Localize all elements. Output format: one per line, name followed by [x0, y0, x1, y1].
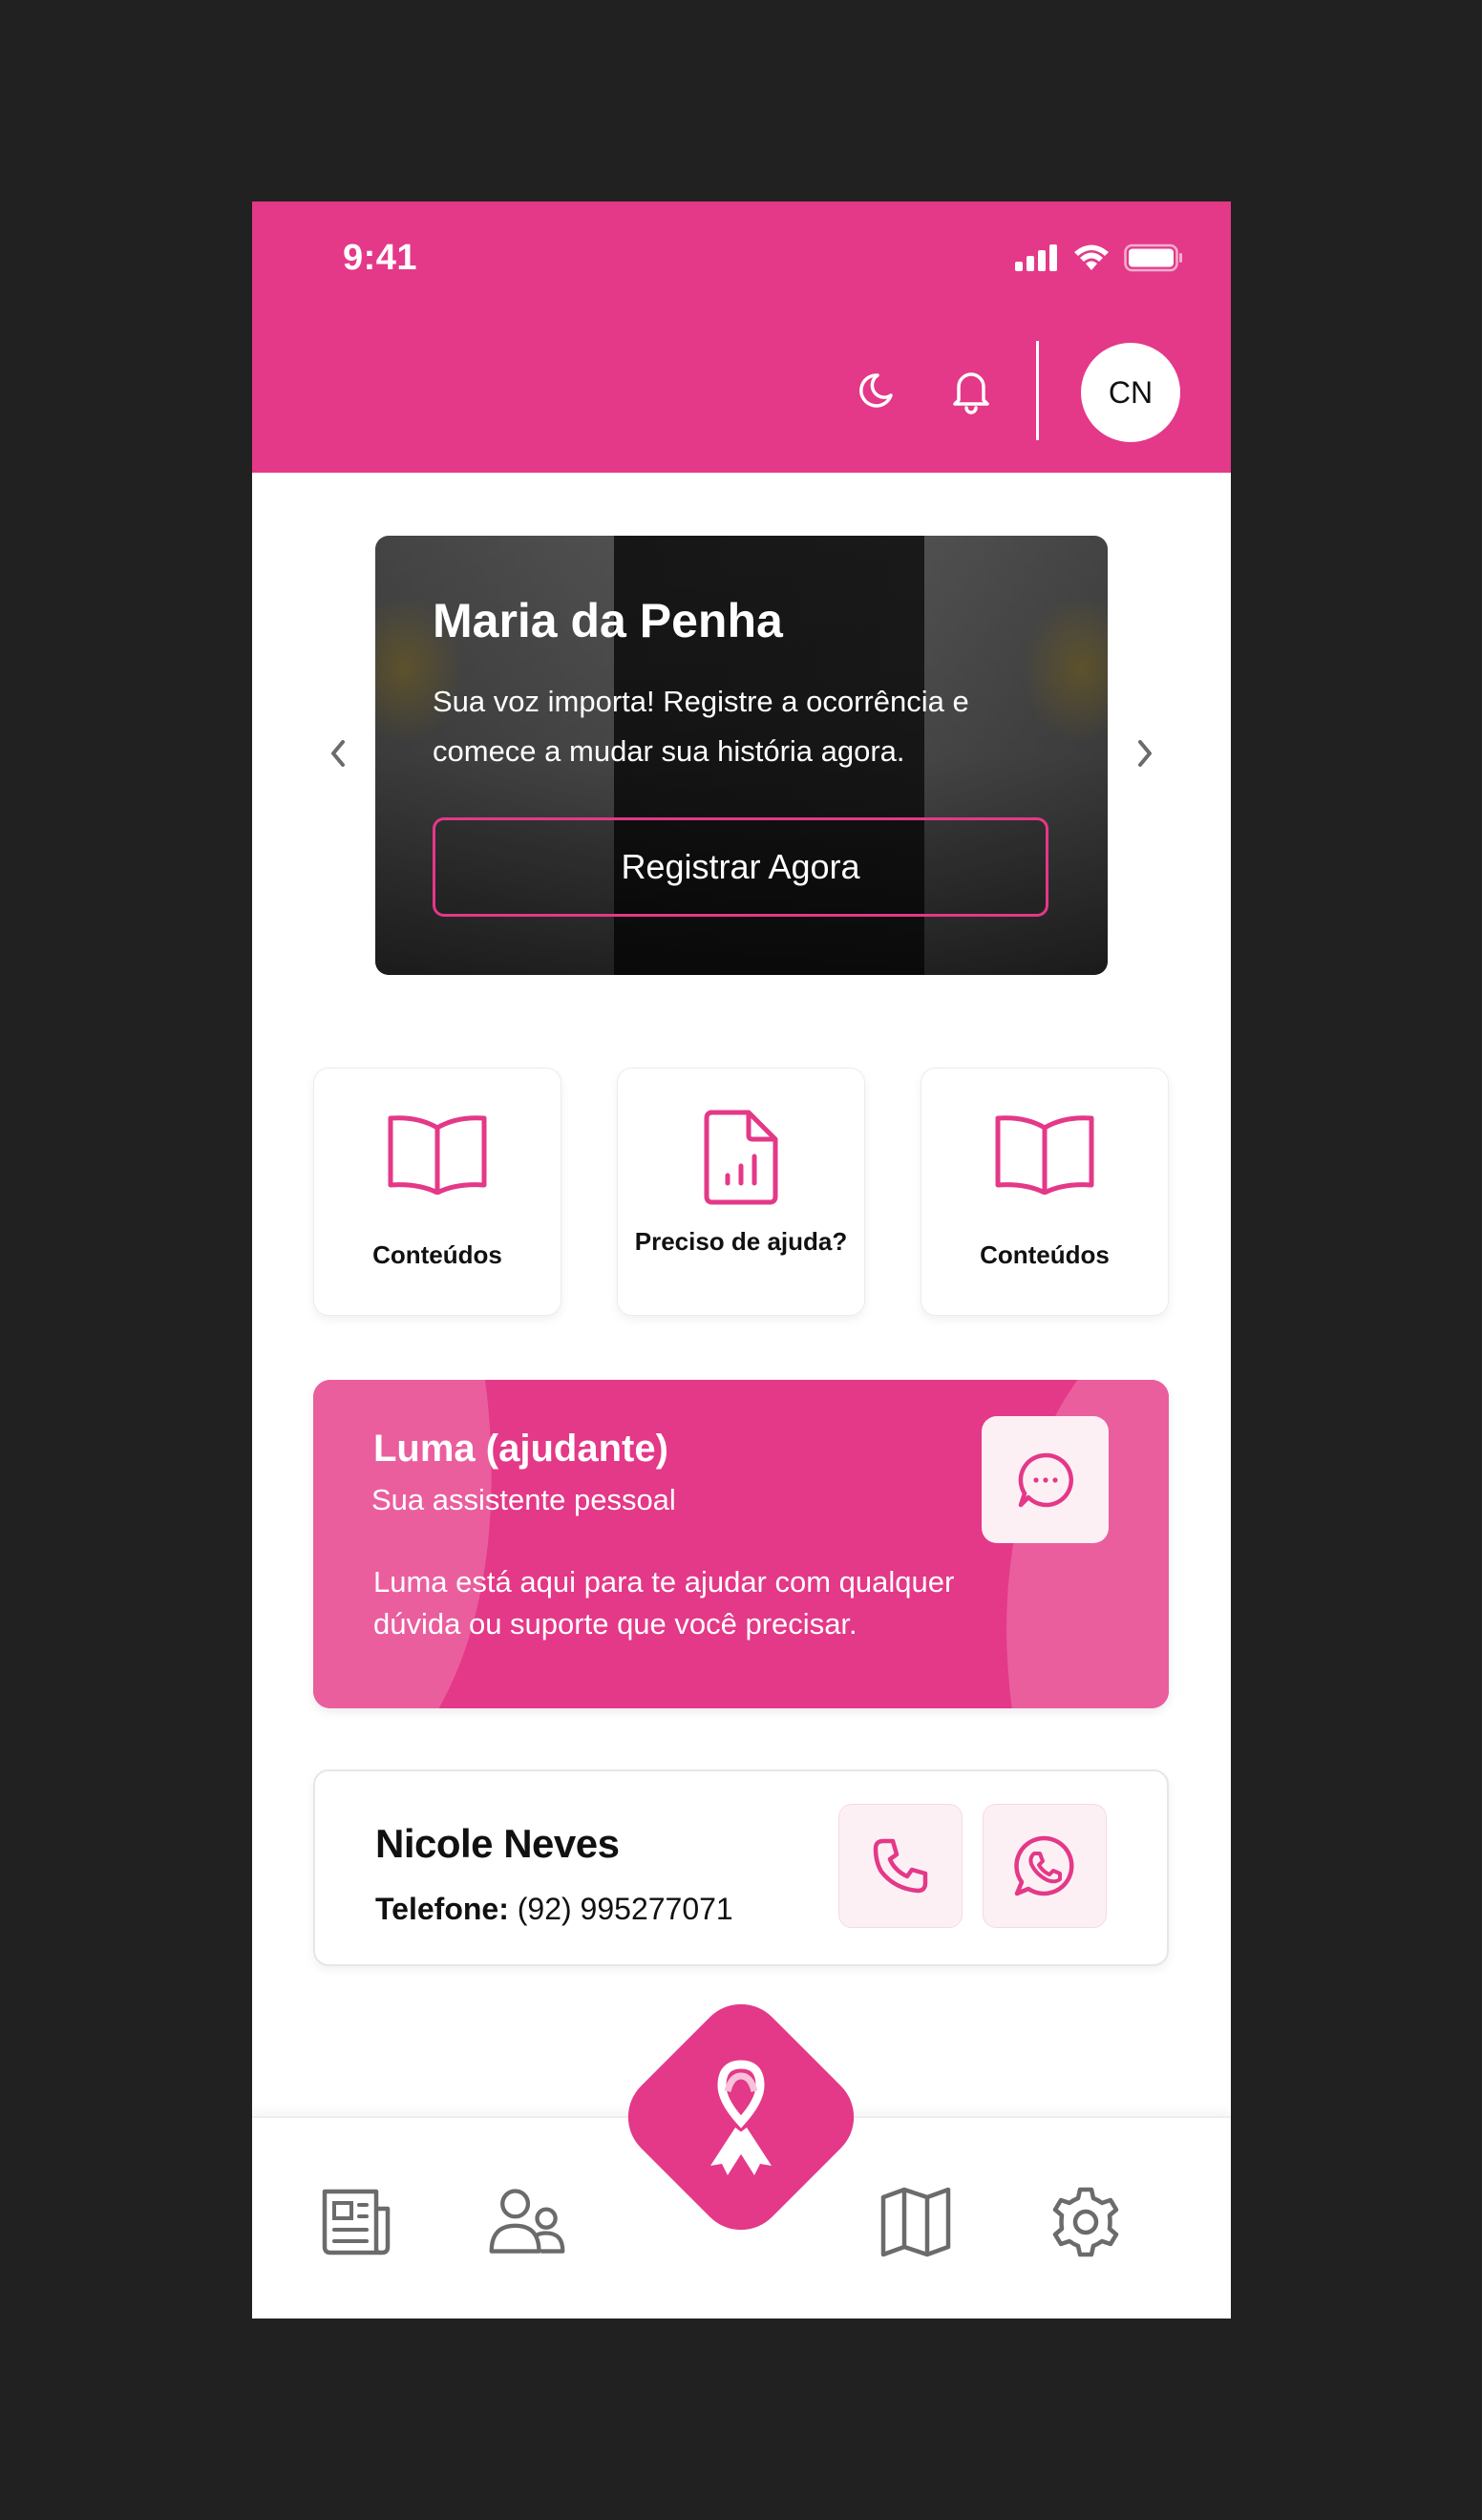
quick-action-label: Preciso de ajuda? — [634, 1227, 848, 1256]
status-time: 9:41 — [343, 238, 418, 278]
carousel-prev-button[interactable] — [319, 734, 357, 773]
nav-settings[interactable] — [1045, 2181, 1127, 2263]
quick-action-label: Conteúdos — [372, 1240, 502, 1269]
signal-icon — [1015, 244, 1057, 271]
nav-community[interactable] — [486, 2181, 568, 2263]
call-button[interactable] — [838, 1804, 963, 1928]
quick-action-contents-2[interactable]: Conteúdos — [921, 1068, 1169, 1316]
battery-icon — [1124, 244, 1182, 272]
phone-icon — [873, 1838, 928, 1894]
register-now-button[interactable]: Registrar Agora — [433, 817, 1048, 917]
chevron-right-icon — [1138, 740, 1152, 767]
device-frame: 9:41 CN Maria da Penha Sua voz importa! … — [0, 0, 1482, 2520]
whatsapp-button[interactable] — [983, 1804, 1107, 1928]
ribbon-icon — [710, 2060, 772, 2175]
book-open-icon — [995, 1115, 1094, 1195]
assistant-subtitle: Sua assistente pessoal — [371, 1483, 676, 1516]
banner-text: Sua voz importa! Registre a ocorrência e… — [433, 685, 969, 768]
contact-phone-value: (92) 995277071 — [517, 1892, 733, 1926]
file-chart-icon — [704, 1110, 778, 1205]
book-open-icon — [388, 1115, 487, 1195]
assistant-title: Luma (ajudante) — [373, 1428, 668, 1470]
assistant-description: Luma está aqui para te ajudar com qualqu… — [373, 1565, 955, 1641]
moon-icon[interactable] — [855, 364, 906, 415]
contact-phone: Telefone: (92) 995277071 — [375, 1892, 733, 1927]
assistant-card[interactable]: Luma (ajudante) Sua assistente pessoal L… — [313, 1380, 1169, 1708]
quick-action-label: Conteúdos — [980, 1240, 1110, 1269]
contact-phone-label: Telefone: — [375, 1892, 509, 1926]
app-screen: 9:41 CN Maria da Penha Sua voz importa! … — [252, 201, 1231, 2319]
banner-card[interactable]: Maria da Penha Sua voz importa! Registre… — [375, 536, 1108, 975]
contact-card: Nicole Neves Telefone: (92) 995277071 — [313, 1769, 1169, 1966]
quick-action-contents[interactable]: Conteúdos — [313, 1068, 561, 1316]
settings-icon — [1052, 2187, 1119, 2257]
whatsapp-icon — [1014, 1835, 1074, 1896]
wifi-icon — [1074, 244, 1109, 270]
chevron-left-icon — [331, 740, 345, 767]
bell-icon[interactable] — [945, 364, 997, 415]
status-icons — [1015, 244, 1183, 272]
map-icon — [880, 2187, 951, 2257]
nav-news[interactable] — [316, 2181, 398, 2263]
assistant-chat-button[interactable] — [982, 1416, 1109, 1543]
avatar[interactable]: CN — [1081, 343, 1180, 442]
chat-bubble-icon — [1018, 1452, 1073, 1507]
header-divider — [1036, 341, 1039, 440]
news-icon — [322, 2189, 391, 2255]
quick-action-help[interactable]: Preciso de ajuda? — [617, 1068, 865, 1316]
carousel-next-button[interactable] — [1126, 734, 1164, 773]
contact-name: Nicole Neves — [375, 1821, 620, 1866]
nav-map[interactable] — [875, 2181, 957, 2263]
banner-title: Maria da Penha — [433, 594, 783, 647]
app-header: 9:41 CN — [252, 201, 1231, 473]
community-icon — [489, 2189, 565, 2254]
